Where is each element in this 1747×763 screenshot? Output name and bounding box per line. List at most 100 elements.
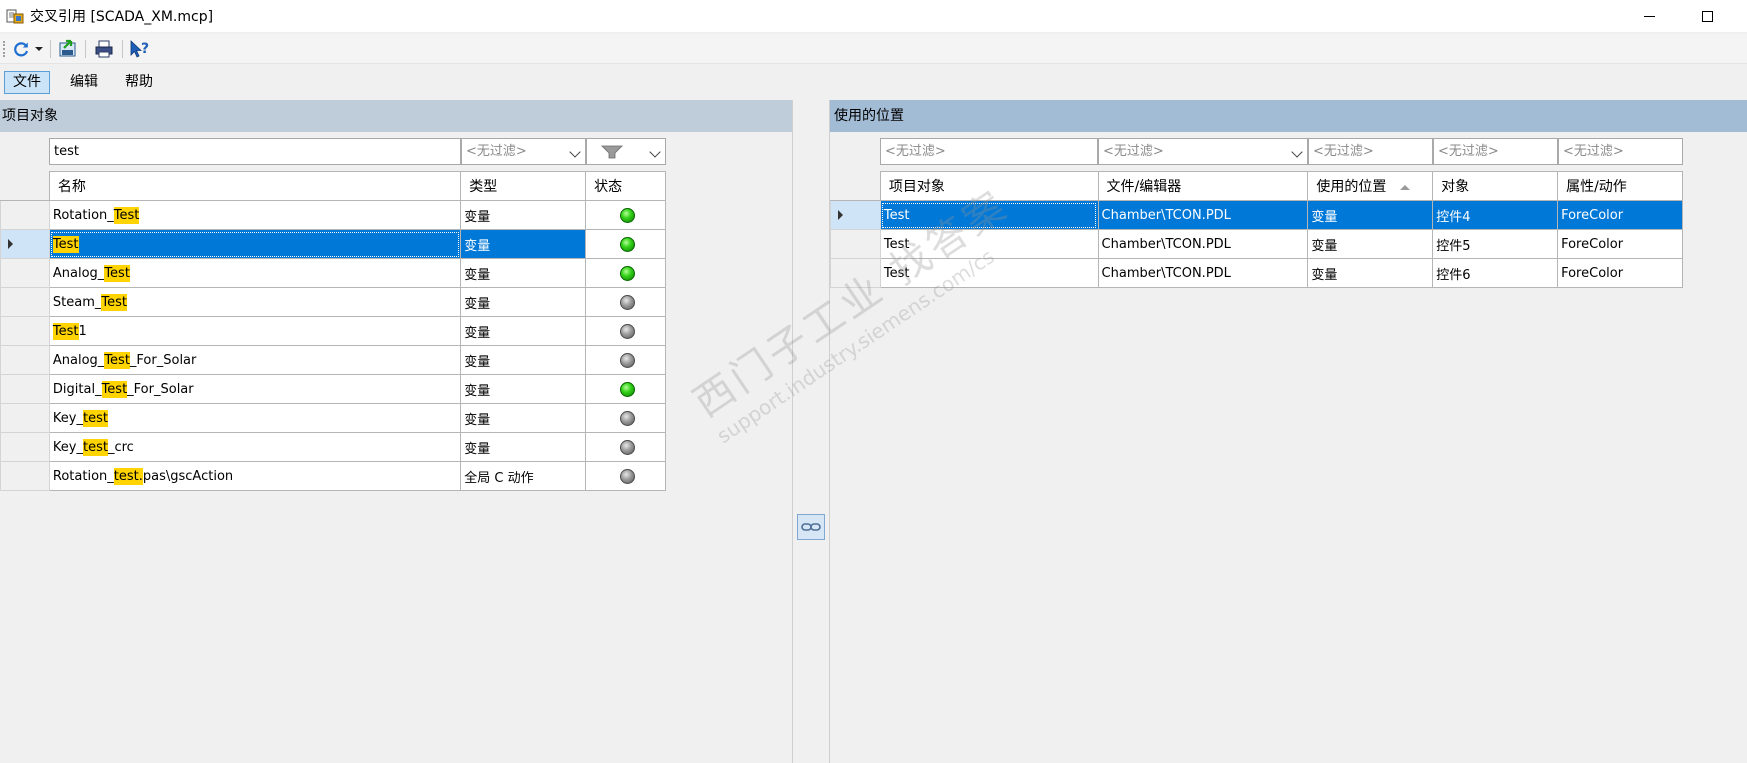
menu-edit[interactable]: 编辑 [61,71,107,94]
object-type-cell[interactable]: 变量 [460,403,587,433]
column-header-property-action[interactable]: 属性/动作 [1557,171,1683,201]
object-name-cell[interactable]: Digital_Test_For_Solar [48,374,462,404]
property-action-cell[interactable]: ForeColor [1557,258,1683,288]
usage-locations-header: 使用的位置 [830,100,1747,132]
row-header[interactable] [0,403,50,433]
export-button[interactable] [56,37,80,61]
status-inactive-icon [619,294,635,310]
menu-file[interactable]: 文件 [4,71,50,94]
usage-location-cell[interactable]: 变量 [1307,229,1434,259]
row-header[interactable] [830,258,881,288]
table-row[interactable]: Rotation_Test 变量 [0,200,666,230]
row-header[interactable] [830,200,881,230]
column-header-object[interactable]: 对象 [1432,171,1559,201]
object-name-cell[interactable]: Rotation_Test [48,200,462,230]
object-name-cell[interactable]: Rotation_test.pas\gscAction [48,461,462,491]
table-row[interactable]: Analog_Test_For_Solar 变量 [0,345,666,375]
object-type-cell[interactable]: 变量 [460,200,587,230]
object-type-cell[interactable]: 变量 [460,229,587,259]
table-row[interactable]: Test Chamber\TCON.PDL 变量 控件4 ForeColor [830,200,1683,230]
property-action-cell[interactable]: ForeColor [1557,229,1683,259]
search-match-highlight: Test [52,322,79,340]
print-button[interactable] [92,37,116,61]
object-name-cell[interactable]: Test1 [48,316,462,346]
filter-object[interactable]: <无过滤> [1433,138,1558,165]
name-prefix: Analog_ [52,352,105,368]
object-cell[interactable]: 控件6 [1432,258,1559,288]
status-ok-icon [619,207,635,223]
filter-file-editor-value: <无过滤> [1103,144,1164,159]
object-name-cell[interactable]: Analog_Test_For_Solar [48,345,462,375]
row-header[interactable] [0,258,50,288]
project-object-cell[interactable]: Test [879,258,1099,288]
object-type-cell[interactable]: 变量 [460,345,587,375]
row-header[interactable] [0,461,50,491]
link-panels-button[interactable] [797,514,825,540]
object-name-cell[interactable]: Test [48,229,462,259]
object-cell[interactable]: 控件5 [1432,229,1559,259]
table-row[interactable]: Rotation_test.pas\gscAction 全局 C 动作 [0,461,666,491]
table-row[interactable]: Steam_Test 变量 [0,287,666,317]
filter-usage-location[interactable]: <无过滤> [1308,138,1433,165]
refresh-dropdown[interactable] [33,37,45,61]
name-filter-input[interactable]: test [49,138,461,165]
usage-location-cell[interactable]: 变量 [1307,200,1434,230]
filter-project-object[interactable]: <无过滤> [880,138,1098,165]
project-object-cell[interactable]: Test [879,200,1099,230]
object-type-cell[interactable]: 变量 [460,287,587,317]
row-header[interactable] [0,200,50,230]
current-row-indicator-icon [838,210,843,220]
refresh-button[interactable] [10,37,32,61]
table-row[interactable]: Key_test 变量 [0,403,666,433]
filter-property-action[interactable]: <无过滤> [1558,138,1683,165]
usage-location-cell[interactable]: 变量 [1307,258,1434,288]
toolbar-grip[interactable] [3,41,5,57]
object-type-cell[interactable]: 全局 C 动作 [460,461,587,491]
type-filter-dropdown[interactable]: <无过滤> [461,138,586,165]
table-row[interactable]: Test Chamber\TCON.PDL 变量 控件6 ForeColor [830,258,1683,288]
maximize-button[interactable] [1684,0,1730,32]
table-row[interactable]: Test1 变量 [0,316,666,346]
column-header-project-object[interactable]: 项目对象 [879,171,1099,201]
object-name-cell[interactable]: Analog_Test [48,258,462,288]
object-name-cell[interactable]: Steam_Test [48,287,462,317]
file-editor-cell[interactable]: Chamber\TCON.PDL [1097,229,1309,259]
column-header-file-editor[interactable]: 文件/编辑器 [1097,171,1309,201]
column-header-status[interactable]: 状态 [585,171,666,201]
row-header[interactable] [830,229,881,259]
project-object-cell[interactable]: Test [879,229,1099,259]
column-header-name[interactable]: 名称 [48,171,462,201]
object-type-cell[interactable]: 变量 [460,432,587,462]
panel-splitter[interactable] [792,100,830,763]
table-row[interactable]: Test 变量 [0,229,666,259]
row-header[interactable] [0,229,50,259]
window-title: 交叉引用 [SCADA_XM.mcp] [30,9,214,25]
export-icon [59,39,76,57]
table-row[interactable]: Analog_Test 变量 [0,258,666,288]
row-header[interactable] [0,345,50,375]
object-type-cell[interactable]: 变量 [460,316,587,346]
property-action-cell[interactable]: ForeColor [1557,200,1683,230]
menu-help[interactable]: 帮助 [116,71,162,94]
object-status-cell [585,229,666,259]
object-name-cell[interactable]: Key_test_crc [48,432,462,462]
minimize-button[interactable] [1626,0,1672,32]
context-help-button[interactable]: ? [128,37,152,61]
file-editor-cell[interactable]: Chamber\TCON.PDL [1097,258,1309,288]
row-header[interactable] [0,287,50,317]
row-header[interactable] [0,432,50,462]
object-type-cell[interactable]: 变量 [460,374,587,404]
filter-file-editor[interactable]: <无过滤> [1098,138,1308,165]
status-filter-dropdown[interactable] [586,138,666,165]
column-header-type[interactable]: 类型 [460,171,587,201]
file-editor-cell[interactable]: Chamber\TCON.PDL [1097,200,1309,230]
object-type-cell[interactable]: 变量 [460,258,587,288]
row-header[interactable] [0,374,50,404]
object-cell[interactable]: 控件4 [1432,200,1559,230]
table-row[interactable]: Key_test_crc 变量 [0,432,666,462]
row-header[interactable] [0,316,50,346]
table-row[interactable]: Test Chamber\TCON.PDL 变量 控件5 ForeColor [830,229,1683,259]
column-header-usage-location[interactable]: 使用的位置 [1307,171,1434,201]
table-row[interactable]: Digital_Test_For_Solar 变量 [0,374,666,404]
object-name-cell[interactable]: Key_test [48,403,462,433]
